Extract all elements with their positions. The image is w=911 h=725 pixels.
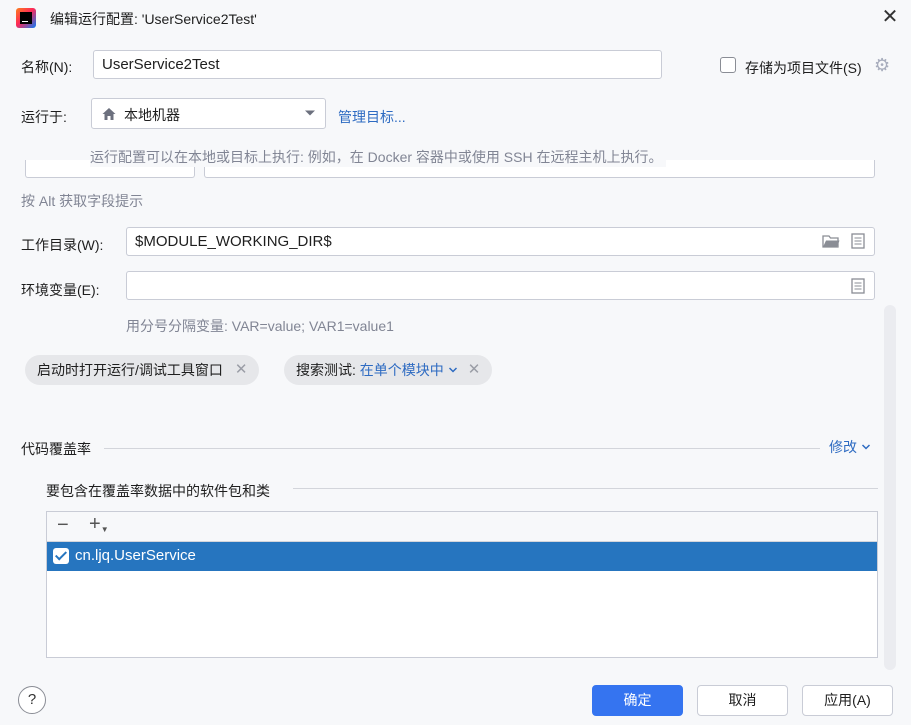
- run-on-hint: 运行配置可以在本地或目标上执行: 例如，在 Docker 容器中或使用 SSH …: [90, 147, 667, 167]
- chevron-down-icon: [861, 444, 870, 450]
- alt-hint-text: 按 Alt 获取字段提示: [21, 193, 144, 209]
- include-separator: [293, 488, 878, 489]
- working-dir-value: $MODULE_WORKING_DIR$: [135, 233, 332, 250]
- manage-targets-link[interactable]: 管理目标...: [338, 107, 406, 127]
- search-tests-scope-link[interactable]: 在单个模块中: [360, 362, 444, 378]
- list-toolbar: − +▼: [47, 512, 877, 542]
- list-item[interactable]: cn.ljq.UserService: [47, 542, 877, 571]
- env-vars-hint: 用分号分隔变量: VAR=value; VAR1=value1: [126, 318, 394, 334]
- add-icon[interactable]: +▼: [89, 513, 109, 536]
- chevron-down-icon[interactable]: [448, 365, 458, 375]
- search-tests-chip[interactable]: 搜索测试: 在单个模块中 ✕: [284, 355, 493, 385]
- run-on-selected-value: 本地机器: [124, 107, 180, 123]
- open-tool-window-chip-label: 启动时打开运行/调试工具窗口: [37, 362, 223, 378]
- folder-icon[interactable]: [822, 233, 840, 249]
- env-vars-label: 环境变量(E):: [21, 282, 100, 298]
- open-tool-window-chip[interactable]: 启动时打开运行/调试工具窗口 ✕: [25, 355, 260, 385]
- help-button[interactable]: ?: [18, 686, 46, 714]
- gear-icon[interactable]: ⚙: [874, 55, 890, 76]
- apply-button[interactable]: 应用(A): [802, 685, 893, 716]
- store-as-project-file-label[interactable]: 存储为项目文件(S): [745, 58, 862, 78]
- env-vars-field[interactable]: [126, 271, 875, 300]
- close-button[interactable]: ✕: [878, 6, 902, 30]
- chevron-down-icon: [305, 110, 315, 116]
- edit-env-vars-icon[interactable]: [851, 278, 865, 294]
- expand-field-icon[interactable]: [851, 233, 865, 249]
- ok-button[interactable]: 确定: [592, 685, 683, 716]
- title-bar: 编辑运行配置: 'UserService2Test' ✕: [0, 0, 911, 36]
- home-icon: [102, 108, 116, 120]
- coverage-section-title: 代码覆盖率: [21, 441, 91, 457]
- run-on-select[interactable]: 本地机器: [91, 98, 326, 129]
- remove-chip-icon[interactable]: ✕: [235, 355, 248, 385]
- packages-list-panel: − +▼ cn.ljq.UserService: [46, 511, 878, 658]
- cancel-button[interactable]: 取消: [697, 685, 788, 716]
- name-field[interactable]: UserService2Test: [93, 50, 662, 79]
- window-title: 编辑运行配置: 'UserService2Test': [50, 11, 257, 27]
- working-dir-field[interactable]: $MODULE_WORKING_DIR$: [126, 227, 875, 256]
- modify-link[interactable]: 修改: [829, 437, 871, 457]
- scrollbar[interactable]: [884, 305, 896, 670]
- name-label: 名称(N):: [21, 59, 73, 75]
- intellij-idea-icon: [16, 8, 36, 28]
- remove-icon[interactable]: −: [57, 514, 69, 537]
- search-tests-chip-label: 搜索测试: 在单个模块中: [296, 362, 444, 378]
- run-on-label: 运行于:: [21, 109, 67, 125]
- remove-chip-icon[interactable]: ✕: [468, 355, 481, 385]
- working-dir-label: 工作目录(W):: [21, 237, 104, 253]
- store-as-project-file-checkbox[interactable]: [720, 57, 736, 73]
- include-packages-title: 要包含在覆盖率数据中的软件包和类: [46, 483, 270, 499]
- list-item-checkbox[interactable]: [53, 548, 69, 564]
- list-item-label: cn.ljq.UserService: [75, 547, 196, 564]
- coverage-separator: [104, 448, 820, 449]
